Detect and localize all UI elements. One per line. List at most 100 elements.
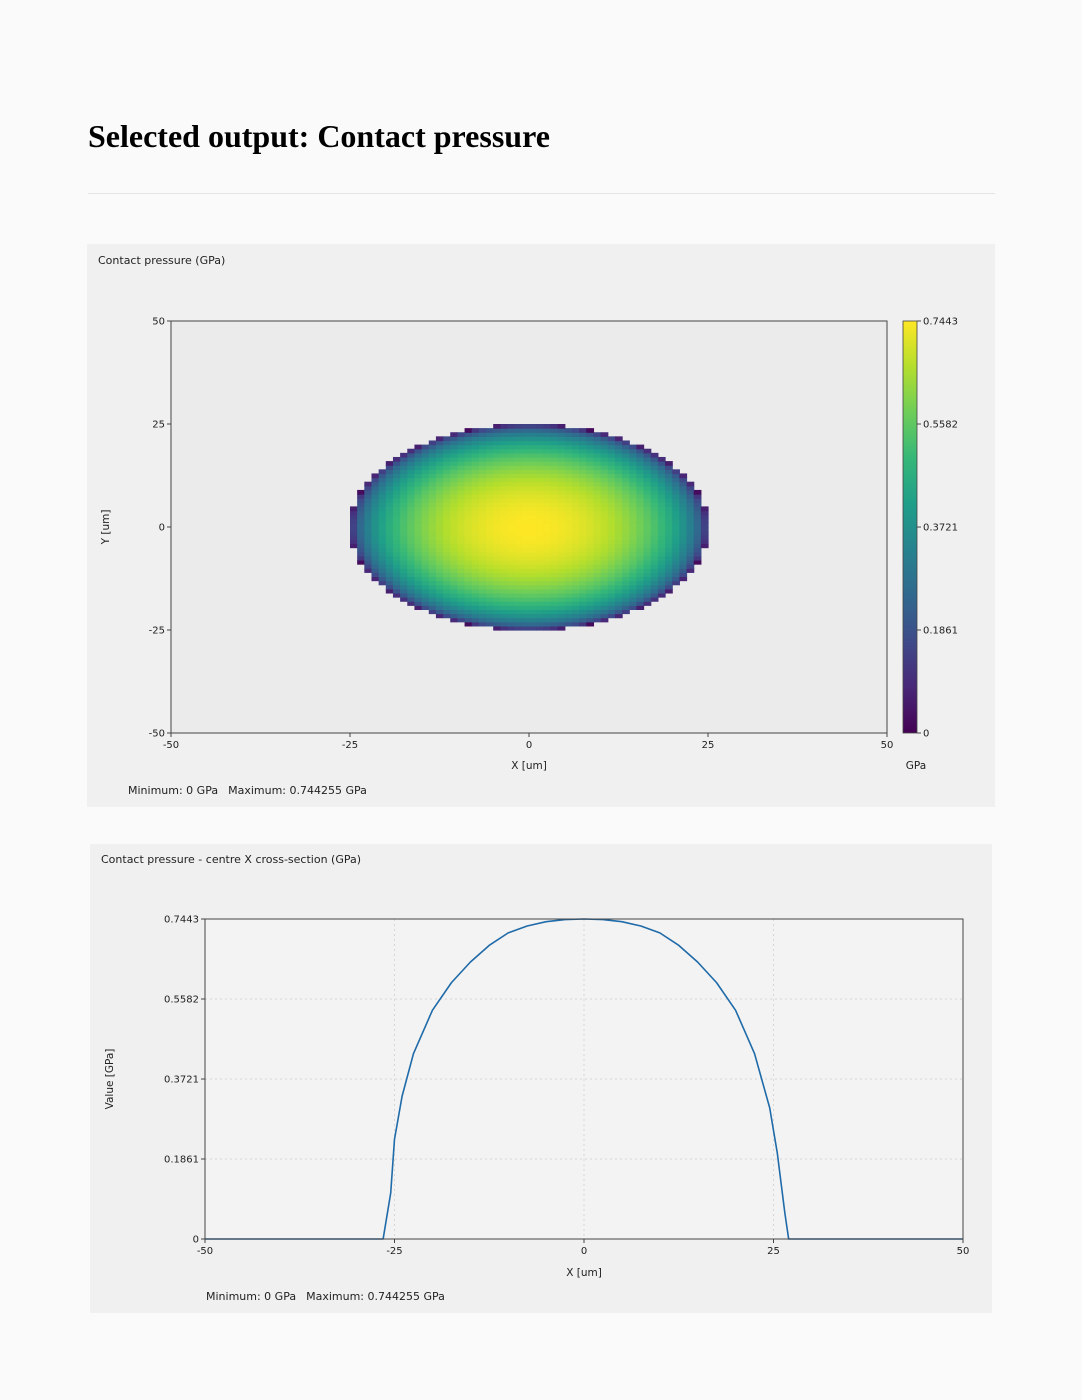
heatmap-cell xyxy=(564,555,573,561)
heatmap-cell xyxy=(507,609,516,615)
heatmap-cell xyxy=(364,559,373,565)
heatmap-x-tick-label: 0 xyxy=(526,740,532,751)
heatmap-cell xyxy=(407,547,416,553)
heatmap-cell xyxy=(493,605,501,610)
heatmap-cell xyxy=(450,551,458,557)
heatmap-cell xyxy=(607,485,616,491)
heatmap-cell xyxy=(357,551,365,557)
heatmap-cell xyxy=(500,522,509,528)
heatmap-cell xyxy=(428,543,437,549)
heatmap-cell xyxy=(600,502,609,507)
heatmap-cell xyxy=(514,592,523,598)
heatmap-cell xyxy=(650,531,659,536)
heatmap-cell xyxy=(414,580,423,586)
heatmap-cell xyxy=(493,469,501,475)
heatmap-cell xyxy=(550,527,559,532)
heatmap-cell xyxy=(350,527,358,532)
heatmap-cell xyxy=(607,555,616,561)
heatmap-cell xyxy=(557,592,566,598)
heatmap-cell xyxy=(486,469,494,475)
cross-section-chart[interactable]: -50 -25 0 25 500.74430.55820.37210.18610X [u… xyxy=(90,844,992,1313)
heatmap-cell xyxy=(536,555,544,561)
heatmap-cell xyxy=(636,473,645,479)
heatmap-cell xyxy=(564,559,573,565)
heatmap-cell xyxy=(629,597,637,602)
heatmap-cell xyxy=(486,547,494,553)
heatmap-cell xyxy=(657,494,666,499)
heatmap-cell xyxy=(478,621,487,627)
heatmap-cell xyxy=(557,580,566,586)
heatmap-cell xyxy=(529,485,537,491)
heatmap-cell xyxy=(686,481,695,487)
heatmap-cell xyxy=(521,477,530,483)
heatmap-cell xyxy=(543,576,552,582)
heatmap-cell xyxy=(557,609,566,615)
heatmap-cell xyxy=(657,506,666,512)
heatmap-cell xyxy=(371,535,380,540)
heatmap-cell xyxy=(443,510,451,516)
heatmap-chart[interactable]: -50 -25 0 25 5050250-25-50X [um]Y [um]0.7443… xyxy=(87,244,995,807)
heatmap-cell xyxy=(493,494,501,499)
heatmap-cell xyxy=(350,506,358,512)
heatmap-cell xyxy=(378,469,387,475)
heatmap-cell xyxy=(665,531,673,536)
heatmap-cell xyxy=(550,461,559,466)
heatmap-cell xyxy=(550,621,559,627)
heatmap-cell xyxy=(486,597,494,602)
heatmap-cell xyxy=(650,588,659,594)
heatmap-cell xyxy=(614,461,623,466)
heatmap-cell xyxy=(593,477,602,483)
heatmap-cell xyxy=(636,539,645,545)
heatmap-cell xyxy=(357,531,365,536)
heatmap-cell xyxy=(536,489,544,495)
heatmap-cell xyxy=(357,502,365,507)
heatmap-cell xyxy=(478,514,487,520)
heatmap-cell xyxy=(622,597,630,602)
heatmap-cell xyxy=(686,502,695,507)
heatmap-cell xyxy=(514,580,523,586)
heatmap-cell xyxy=(378,559,387,565)
heatmap-cell xyxy=(622,576,630,582)
heatmap-cell xyxy=(478,510,487,516)
heatmap-cell xyxy=(478,456,487,462)
heatmap-cell xyxy=(550,489,559,495)
heatmap-cell xyxy=(557,555,566,561)
heatmap-cell xyxy=(600,489,609,495)
heatmap-cell xyxy=(450,576,458,582)
heatmap-cell xyxy=(529,465,537,470)
line-y-tick-label: 0 xyxy=(193,1235,199,1246)
heatmap-cell xyxy=(550,605,559,610)
heatmap-cell xyxy=(392,522,401,528)
heatmap-cell xyxy=(478,527,487,532)
heatmap-cell xyxy=(607,444,616,450)
heatmap-cell xyxy=(514,473,523,479)
heatmap-cell xyxy=(478,564,487,569)
heatmap-cell xyxy=(543,498,552,503)
heatmap-cell xyxy=(457,547,466,553)
heatmap-cell xyxy=(392,485,401,491)
heatmap-cell xyxy=(414,535,423,540)
heatmap-cell xyxy=(672,514,680,520)
heatmap-cell xyxy=(378,551,387,557)
heatmap-cell xyxy=(593,584,602,590)
heatmap-cell xyxy=(457,502,466,507)
heatmap-cell xyxy=(550,440,559,446)
heatmap-cell xyxy=(493,502,501,507)
heatmap-cell xyxy=(514,588,523,594)
heatmap-cell xyxy=(364,506,373,512)
heatmap-cell xyxy=(686,543,695,549)
heatmap-cell xyxy=(407,489,416,495)
heatmap-cell xyxy=(457,555,466,561)
heatmap-cell xyxy=(478,580,487,586)
heatmap-cell xyxy=(657,461,666,466)
heatmap-cell xyxy=(507,592,516,598)
heatmap-cell xyxy=(629,469,637,475)
heatmap-y-axis-label: Y [um] xyxy=(100,510,112,546)
heatmap-cell xyxy=(686,510,695,516)
heatmap-cell xyxy=(643,473,652,479)
heatmap-cell xyxy=(657,481,666,487)
heatmap-cell xyxy=(622,456,630,462)
heatmap-cell xyxy=(414,514,423,520)
heatmap-cell xyxy=(629,473,637,479)
heatmap-cell xyxy=(443,597,451,602)
